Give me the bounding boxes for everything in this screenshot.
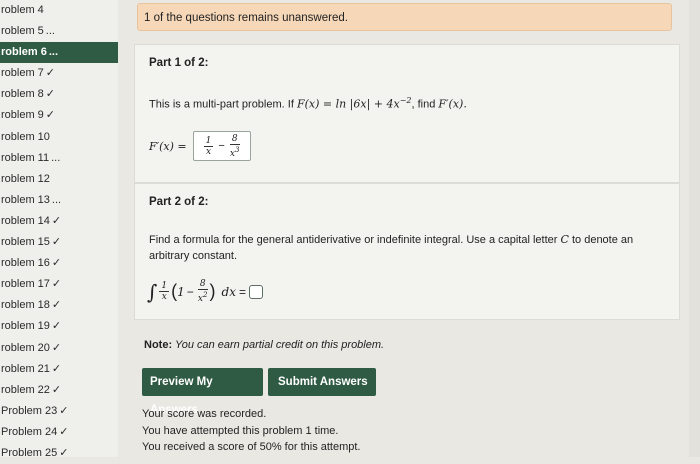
sidebar-item-label: roblem 10 [1, 130, 50, 143]
part-1-problem-text: This is a multi-part problem. If F(x) = … [149, 93, 664, 113]
sidebar-item-status: ✓ [59, 446, 69, 459]
sidebar-item-label: roblem 22 [1, 383, 50, 396]
sidebar-problem-item[interactable]: roblem 17 ✓ [0, 274, 118, 295]
sidebar-item-status: ✓ [51, 257, 62, 270]
sidebar-item-status: ✓ [59, 425, 69, 438]
sidebar-item-label: roblem 19 [1, 320, 50, 333]
part-1-answer-row: F′(x) = 1x − 8 x3 [149, 131, 251, 161]
part-2-answer-row: ∫ 1x ( 1 − 8 x2 ) dx = [147, 279, 264, 304]
sidebar-item-status: ✓ [51, 278, 62, 291]
sidebar-problem-item[interactable]: roblem 20 ✓ [0, 338, 118, 359]
sidebar-item-status: ✓ [51, 299, 62, 312]
sidebar-problem-item[interactable]: roblem 6... [0, 42, 118, 64]
problem-prefix: This is a multi-part problem. If [149, 98, 297, 111]
sidebar-item-label: roblem 15 [1, 236, 50, 249]
sidebar-problem-item[interactable]: roblem 15 ✓ [0, 232, 118, 253]
sidebar-item-status: ✓ [45, 109, 56, 122]
sidebar-problem-item[interactable]: roblem 9 ✓ [0, 105, 118, 126]
sidebar-item-status: ... [51, 193, 62, 206]
feedback-line-3: You received a score of 50% for this att… [142, 441, 361, 453]
sidebar-item-label: roblem 12 [1, 172, 50, 185]
sidebar-item-label: roblem 16 [1, 257, 50, 270]
integral-sign: ∫ [147, 279, 158, 304]
right-edge-strip [689, 0, 700, 457]
integrand-fraction-2: 8 x2 [197, 279, 208, 304]
sidebar-item-status: ✓ [59, 404, 69, 417]
sidebar-problem-item[interactable]: roblem 5... [0, 21, 118, 42]
sidebar-item-label: roblem 13 [1, 193, 50, 206]
problem-exponent: −2 [399, 96, 412, 105]
answer-lhs: F′(x) = [149, 139, 187, 153]
problem-function: F(x) = ln |6x| + 4x [296, 97, 400, 111]
sidebar-problem-item[interactable]: roblem 11... [0, 148, 118, 169]
sidebar-item-status: ✓ [51, 362, 62, 375]
score-feedback: Your score was recorded. You have attemp… [142, 406, 361, 456]
problem-target: F′(x). [438, 97, 467, 111]
sidebar-problem-item[interactable]: Problem 25 ✓ [0, 443, 118, 464]
sidebar-item-status: ✓ [51, 214, 62, 227]
sidebar-problem-item[interactable]: roblem 21 ✓ [0, 359, 118, 380]
sidebar-problem-item[interactable]: roblem 19 ✓ [0, 316, 118, 337]
problem-sidebar: roblem 4 roblem 5... roblem 6... roblem 7 ✓ r… [0, 0, 118, 459]
sidebar-problem-item[interactable]: Problem 24 ✓ [0, 422, 118, 443]
sidebar-item-label: Problem 23 [1, 404, 58, 417]
sidebar-item-status: ... [51, 151, 61, 164]
feedback-line-1: Your score was recorded. [142, 408, 267, 420]
part-2-title: Part 2 of 2: [149, 196, 209, 208]
answer-minus: − [218, 140, 225, 152]
sidebar-item-label: roblem 8 [1, 88, 44, 101]
preview-answers-button[interactable]: Preview My Answers [142, 368, 263, 416]
sidebar-item-status: ✓ [45, 67, 56, 80]
sidebar-item-label: roblem 17 [1, 278, 50, 291]
sidebar-problem-item[interactable]: roblem 4 [0, 0, 118, 21]
sidebar-item-status: ... [45, 25, 55, 38]
submit-answers-button[interactable]: Submit Answers [268, 368, 376, 396]
answer-fraction-2: 8 x3 [229, 133, 240, 159]
sidebar-problem-item[interactable]: roblem 10 [0, 127, 118, 148]
part-1-title: Part 1 of 2: [149, 57, 209, 69]
part-2-problem-text: Find a formula for the general antideriv… [149, 233, 634, 262]
sidebar-problem-item[interactable]: roblem 18 ✓ [0, 295, 118, 316]
part-1-panel: Part 1 of 2: This is a multi-part proble… [134, 44, 680, 183]
integrand-fraction-1: 1x [159, 281, 170, 302]
sidebar-item-label: roblem 14 [1, 214, 50, 227]
sidebar-item-label: Problem 24 [1, 425, 58, 438]
partial-credit-note: Note: You can earn partial credit on thi… [144, 339, 385, 351]
sidebar-item-label: roblem 7 [1, 67, 44, 80]
sidebar-item-label: roblem 5 [1, 25, 44, 38]
sidebar-item-label: Problem 25 [1, 446, 58, 459]
sidebar-item-status: ✓ [51, 236, 62, 249]
sidebar-problem-item[interactable]: roblem 12 [0, 169, 118, 190]
main-content: 1 of the questions remains unanswered. P… [130, 0, 686, 457]
feedback-line-2: You have attempted this problem 1 time. [142, 424, 339, 437]
integral-answer-input[interactable] [249, 284, 264, 299]
sidebar-problem-item[interactable]: roblem 16 ✓ [0, 253, 118, 274]
part-2-panel: Part 2 of 2: Find a formula for the gene… [134, 183, 680, 320]
sidebar-item-status: ... [48, 46, 59, 59]
sidebar-item-label: roblem 11 [1, 151, 50, 164]
unanswered-alert: 1 of the questions remains unanswered. [137, 3, 672, 31]
sidebar-problem-item[interactable]: roblem 13... [0, 190, 118, 211]
sidebar-item-label: roblem 4 [1, 4, 44, 16]
problem-suffix: , find [411, 98, 439, 111]
sidebar-item-label: roblem 6 [1, 46, 47, 59]
part-1-answer-box[interactable]: 1x − 8 x3 [192, 131, 251, 161]
sidebar-problem-item[interactable]: roblem 8 ✓ [0, 84, 118, 105]
sidebar-problem-item[interactable]: roblem 14 ✓ [0, 211, 118, 232]
sidebar-item-label: roblem 18 [1, 299, 50, 312]
sidebar-problem-item[interactable]: roblem 7 ✓ [0, 63, 118, 84]
sidebar-problem-item[interactable]: Problem 23 ✓ [0, 401, 118, 422]
sidebar-item-label: roblem 9 [1, 109, 44, 122]
sidebar-item-status: ✓ [51, 341, 62, 354]
sidebar-problem-item[interactable]: roblem 22 ✓ [0, 380, 118, 401]
sidebar-item-status: ✓ [51, 383, 62, 396]
sidebar-item-label: roblem 21 [1, 362, 50, 375]
sidebar-item-status: ✓ [45, 88, 56, 101]
sidebar-item-status: ✓ [51, 320, 62, 333]
sidebar-item-label: roblem 20 [1, 341, 50, 354]
answer-fraction-1: 1x [203, 135, 214, 157]
